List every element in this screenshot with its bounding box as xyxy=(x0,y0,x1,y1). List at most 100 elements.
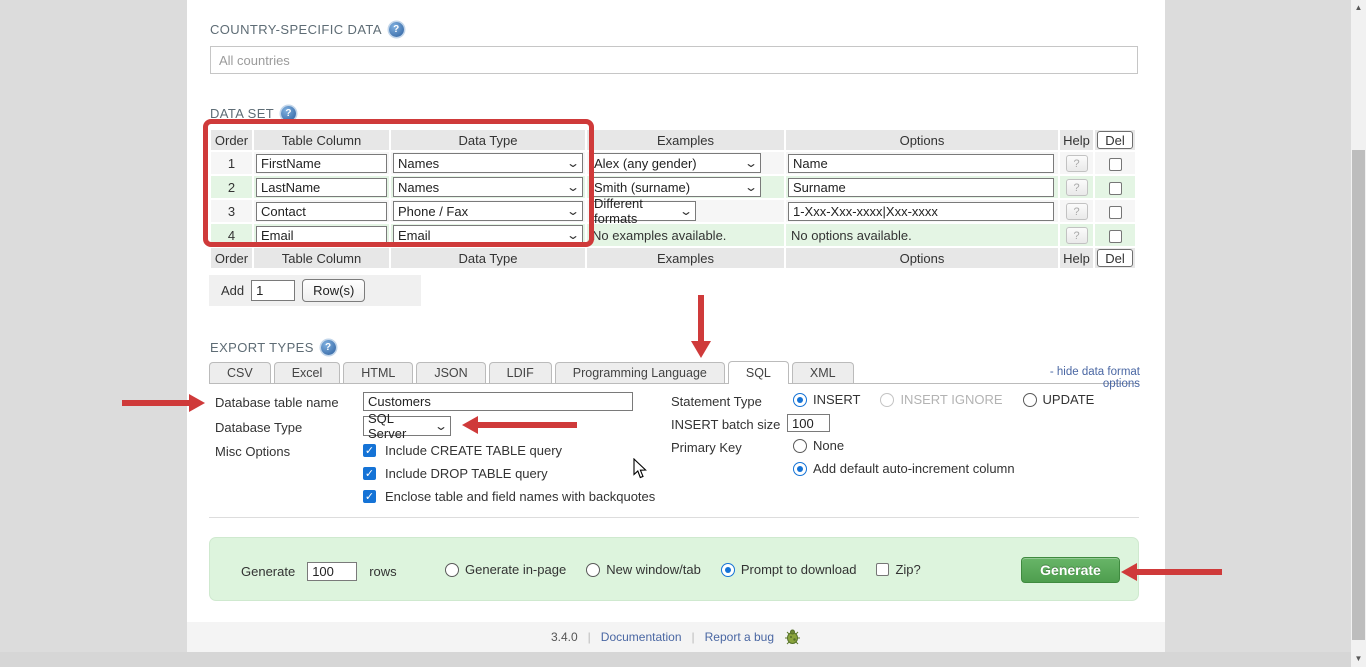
col-header-examples: Examples xyxy=(587,248,784,268)
generate-label: Generate xyxy=(241,564,295,579)
insert-batch-size-label: INSERT batch size xyxy=(671,417,780,432)
generate-destination-options: Generate in-page New window/tab Prompt t… xyxy=(445,562,921,577)
radio-label: None xyxy=(813,438,844,453)
radio-label: Prompt to download xyxy=(741,562,857,577)
footer-separator: | xyxy=(692,630,695,644)
annotation-rectangle xyxy=(203,119,594,247)
radio-label: INSERT xyxy=(813,392,860,407)
scrollbar-thumb[interactable] xyxy=(1352,150,1365,640)
report-a-bug-link[interactable]: Report a bug xyxy=(705,630,774,644)
add-rows-button[interactable]: Row(s) xyxy=(302,279,365,302)
chevron-down-icon: ⌄ xyxy=(434,422,448,430)
col-header-help: Help xyxy=(1060,130,1093,150)
col-header-del: Del xyxy=(1095,130,1135,150)
radio-auto-increment[interactable] xyxy=(793,462,807,476)
help-button[interactable]: ? xyxy=(1066,155,1088,172)
export-heading: EXPORT TYPES xyxy=(210,340,314,355)
help-icon[interactable]: ? xyxy=(321,340,336,355)
delete-checkbox[interactable] xyxy=(1109,158,1122,171)
col-header-help: Help xyxy=(1060,248,1093,268)
col-header-order: Order xyxy=(211,248,252,268)
country-input[interactable]: All countries xyxy=(210,46,1138,74)
help-button[interactable]: ? xyxy=(1066,203,1088,220)
db-table-name-input[interactable]: Customers xyxy=(363,392,633,411)
help-button[interactable]: ? xyxy=(1066,179,1088,196)
misc-option-label: Enclose table and field names with backq… xyxy=(385,489,655,504)
export-tabs: CSV Excel HTML JSON LDIF Programming Lan… xyxy=(209,362,854,384)
delete-checkbox[interactable] xyxy=(1109,230,1122,243)
scroll-up-icon[interactable]: ▲ xyxy=(1351,0,1366,16)
insert-batch-size-input[interactable]: 100 xyxy=(787,414,830,432)
checkbox-checked[interactable]: ✓ xyxy=(363,444,376,457)
rows-label: rows xyxy=(369,564,396,579)
bug-icon xyxy=(784,629,801,645)
radio-none[interactable] xyxy=(793,439,807,453)
tab-excel[interactable]: Excel xyxy=(274,362,341,383)
option-input[interactable]: 1-Xxx-Xxx-xxxx|Xxx-xxxx xyxy=(788,202,1054,221)
footer: 3.4.0 | Documentation | Report a bug xyxy=(187,622,1165,652)
primary-key-option: None xyxy=(793,438,844,453)
misc-option-label: Include CREATE TABLE query xyxy=(385,443,562,458)
radio-prompt-to-download[interactable] xyxy=(721,563,735,577)
radio-generate-in-page[interactable] xyxy=(445,563,459,577)
example-select[interactable]: Different formats⌄ xyxy=(589,201,696,221)
add-label: Add xyxy=(221,283,244,298)
checkbox-checked[interactable]: ✓ xyxy=(363,467,376,480)
radio-new-window-tab[interactable] xyxy=(586,563,600,577)
radio-label: Add default auto-increment column xyxy=(813,461,1015,476)
documentation-link[interactable]: Documentation xyxy=(601,630,682,644)
statement-type-label: Statement Type xyxy=(671,394,762,409)
add-rows-box: Add 1 Row(s) xyxy=(209,275,421,306)
tab-html[interactable]: HTML xyxy=(343,362,413,383)
mouse-cursor xyxy=(633,458,649,480)
option-input[interactable]: Surname xyxy=(788,178,1054,197)
scroll-down-icon[interactable]: ▼ xyxy=(1351,651,1366,667)
generate-rows-input[interactable]: 100 xyxy=(307,562,357,581)
zip-label: Zip? xyxy=(895,562,920,577)
radio-insert-ignore xyxy=(880,393,894,407)
footer-separator: | xyxy=(588,630,591,644)
zip-checkbox[interactable] xyxy=(876,563,889,576)
hide-data-format-options-link[interactable]: - hide data format options xyxy=(1014,366,1140,390)
checkbox-checked[interactable]: ✓ xyxy=(363,490,376,503)
help-button[interactable]: ? xyxy=(1066,227,1088,244)
chevron-down-icon: ⌄ xyxy=(744,159,758,167)
radio-label-disabled: INSERT IGNORE xyxy=(900,392,1002,407)
radio-insert[interactable] xyxy=(793,393,807,407)
generate-button[interactable]: Generate xyxy=(1021,557,1120,583)
primary-key-option: Add default auto-increment column xyxy=(793,461,1015,476)
vertical-scrollbar[interactable]: ▲ ▼ xyxy=(1351,0,1366,667)
help-icon[interactable]: ? xyxy=(389,22,404,37)
delete-checkbox[interactable] xyxy=(1109,182,1122,195)
radio-update[interactable] xyxy=(1023,393,1037,407)
col-header-options: Options xyxy=(786,130,1058,150)
tab-json[interactable]: JSON xyxy=(416,362,485,383)
add-count-input[interactable]: 1 xyxy=(251,280,295,301)
no-examples-note: No examples available. xyxy=(587,224,784,246)
chevron-down-icon: ⌄ xyxy=(744,183,758,191)
radio-label: Generate in-page xyxy=(465,562,566,577)
tab-programming-language[interactable]: Programming Language xyxy=(555,362,725,383)
country-section-heading: COUNTRY-SPECIFIC DATA xyxy=(210,22,382,37)
tab-sql[interactable]: SQL xyxy=(728,361,789,384)
example-select[interactable]: Smith (surname)⌄ xyxy=(589,177,761,197)
col-header-data-type: Data Type xyxy=(391,248,585,268)
no-options-note: No options available. xyxy=(786,224,1058,246)
tab-csv[interactable]: CSV xyxy=(209,362,271,383)
export-section-title: EXPORT TYPES ? xyxy=(210,340,336,355)
radio-label: UPDATE xyxy=(1043,392,1095,407)
table-footer-header-row: Order Table Column Data Type Examples Op… xyxy=(211,248,1135,268)
db-type-select[interactable]: SQL Server⌄ xyxy=(363,416,451,436)
del-header-box: Del xyxy=(1097,131,1133,149)
tab-ldif[interactable]: LDIF xyxy=(489,362,552,383)
radio-label: New window/tab xyxy=(606,562,701,577)
misc-option-row: ✓ Include CREATE TABLE query xyxy=(363,443,562,458)
option-input[interactable]: Name xyxy=(788,154,1054,173)
example-select[interactable]: Alex (any gender)⌄ xyxy=(589,153,761,173)
col-header-del: Del xyxy=(1095,248,1135,268)
db-table-name-label: Database table name xyxy=(215,395,339,410)
primary-key-label: Primary Key xyxy=(671,440,742,455)
generate-panel: Generate 100 rows Generate in-page New w… xyxy=(209,537,1139,601)
tab-xml[interactable]: XML xyxy=(792,362,854,383)
delete-checkbox[interactable] xyxy=(1109,206,1122,219)
